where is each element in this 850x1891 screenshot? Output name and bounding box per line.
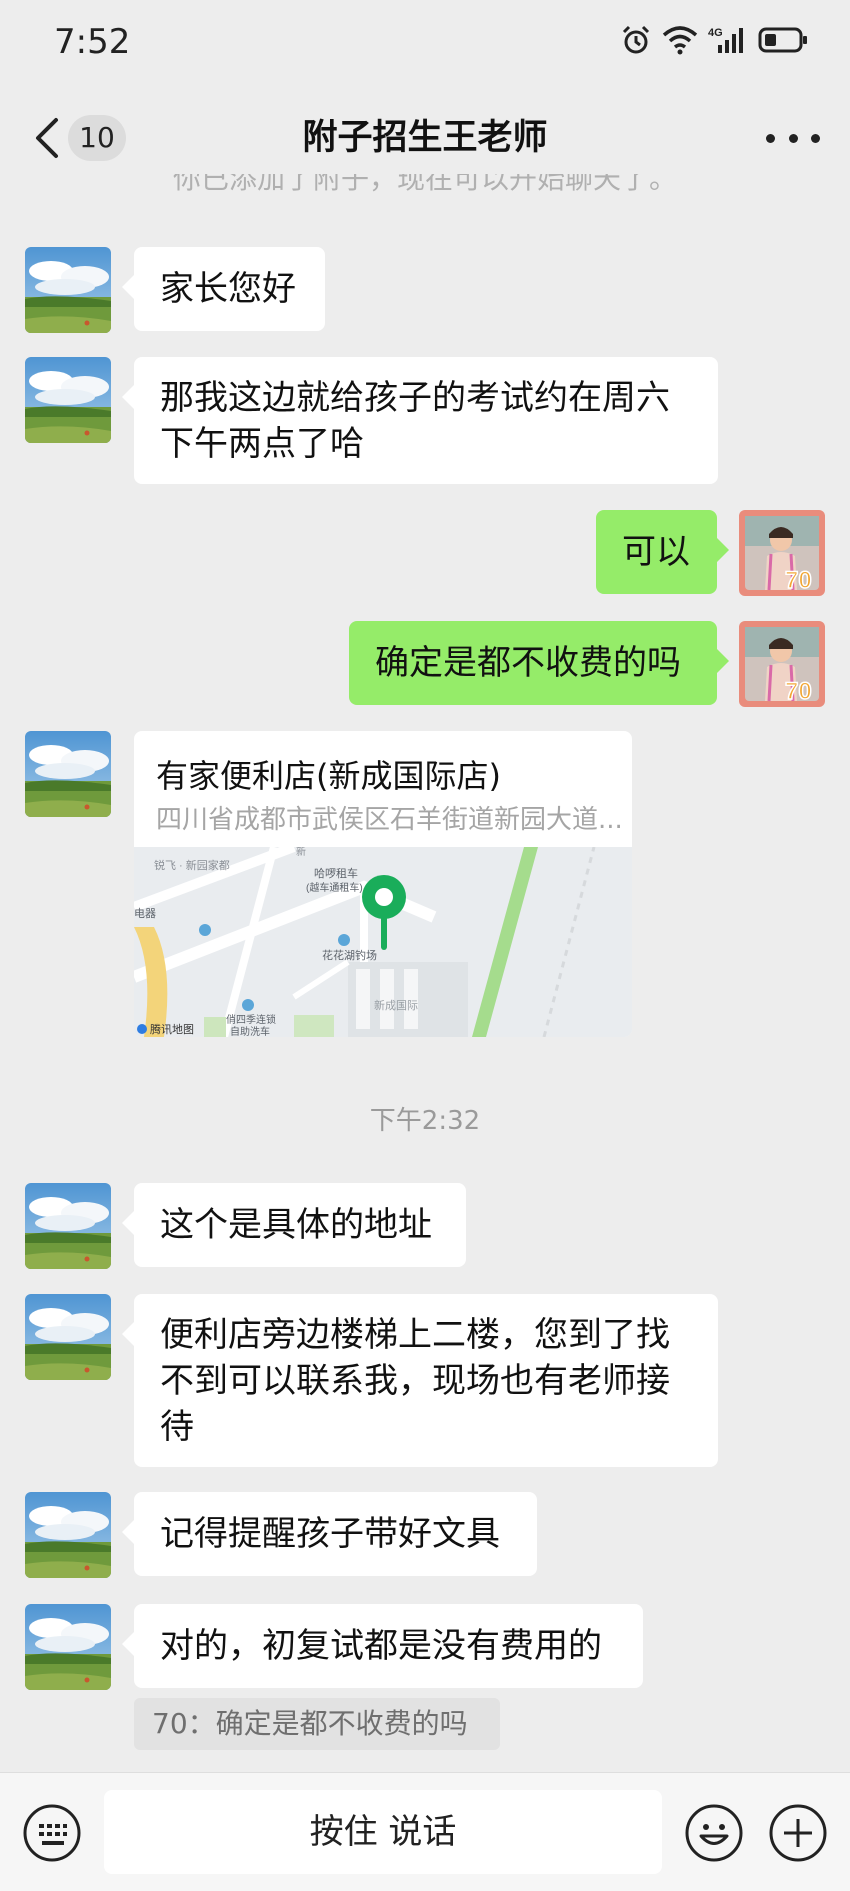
message-text: 这个是具体的地址 (160, 1205, 432, 1245)
more-options-button[interactable] (766, 118, 820, 158)
plus-icon[interactable] (768, 1803, 828, 1863)
time-separator: 下午2:32 (369, 1106, 481, 1136)
emoji-icon[interactable] (684, 1803, 744, 1863)
message-bubble-incoming[interactable]: 记得提醒孩子带好文具 (122, 1492, 537, 1576)
keyboard-icon[interactable] (22, 1803, 82, 1863)
map-provider-label: 腾讯地图 (150, 1022, 194, 1036)
teacher-avatar[interactable] (25, 1183, 111, 1269)
map-label: 锐飞 · 新园家都 (154, 858, 230, 872)
hold-to-talk-button[interactable]: 按住 说话 (104, 1790, 662, 1874)
more-dot (811, 133, 820, 143)
teacher-avatar[interactable] (25, 731, 111, 817)
input-bar: 按住 说话 (0, 1772, 850, 1891)
map-label: 新成国际 (374, 998, 418, 1012)
message-text: 对的，初复试都是没有费用的 (160, 1626, 602, 1666)
chat-header: 10 附子招生王老师 (0, 92, 850, 184)
map-label: (越车通租车) (306, 881, 363, 894)
alarm-icon (622, 25, 650, 54)
user-avatar[interactable] (739, 621, 825, 707)
message-bubble-incoming[interactable]: 这个是具体的地址 (122, 1183, 466, 1267)
system-notice-text: 你已添加了附子，现在可以开始聊天了。 (172, 174, 677, 195)
map-label: 俏四季连锁 (226, 1013, 276, 1026)
teacher-avatar[interactable] (25, 1492, 111, 1578)
teacher-avatar[interactable] (25, 357, 111, 443)
wifi-icon (662, 26, 698, 55)
message-text: 记得提醒孩子带好文具 (160, 1514, 500, 1554)
location-card[interactable]: 有家便利店(新成国际店) 四川省成都市武侯区石羊街道新园大道... 锐飞 · 新… (134, 731, 632, 1037)
map-label: 花花湖钓场 (322, 948, 377, 962)
cellular-signal-icon: 4G (708, 27, 743, 53)
message-text: 确定是都不收费的吗 (375, 643, 681, 683)
network-type-label: 4G (708, 27, 723, 39)
message-bubble-outgoing[interactable]: 可以 (596, 510, 729, 594)
battery-icon (758, 27, 807, 53)
location-name: 有家便利店(新成国际店) (156, 757, 501, 795)
message-text: 便利店旁边楼梯上二楼，您到了找 (160, 1315, 670, 1355)
message-text: 不到可以联系我，现场也有老师接 (160, 1361, 670, 1401)
more-dot (788, 133, 798, 143)
teacher-avatar[interactable] (25, 1294, 111, 1380)
message-bubble-incoming[interactable]: 那我这边就给孩子的考试约在周六 下午两点了哈 (122, 357, 718, 484)
message-bubble-incoming[interactable]: 对的，初复试都是没有费用的 (122, 1604, 643, 1688)
message-text: 下午两点了哈 (160, 424, 364, 464)
location-address: 四川省成都市武侯区石羊街道新园大道... (156, 805, 623, 835)
message-bubble-outgoing[interactable]: 确定是都不收费的吗 (349, 621, 729, 705)
message-bubble-incoming[interactable]: 便利店旁边楼梯上二楼，您到了找 不到可以联系我，现场也有老师接 待 (122, 1294, 718, 1467)
teacher-avatar[interactable] (25, 1604, 111, 1690)
map-preview[interactable]: 锐飞 · 新园家都 哈啰租车 (越车通租车) 电器 花花湖钓场 新成国际 俏四季… (134, 847, 632, 1037)
quoted-message[interactable]: 70：确定是都不收费的吗 (134, 1698, 500, 1750)
system-notice: 你已添加了附子，现在可以开始聊天了。 (0, 174, 850, 212)
map-label: 自助洗车 (230, 1025, 270, 1037)
map-label: 电器 (134, 907, 156, 920)
status-icons: 4G (620, 24, 808, 56)
chat-title: 附子招生王老师 (302, 118, 548, 158)
status-time: 7:52 (54, 22, 131, 62)
tencent-map-logo-icon (137, 1024, 147, 1034)
more-dot (766, 133, 775, 143)
teacher-avatar[interactable] (25, 247, 111, 333)
message-text: 待 (160, 1407, 194, 1447)
message-text: 那我这边就给孩子的考试约在周六 (160, 378, 670, 418)
status-bar: 7:52 4G (0, 0, 850, 92)
message-bubble-incoming[interactable]: 家长您好 (122, 247, 325, 331)
message-text: 家长您好 (160, 269, 296, 309)
user-avatar[interactable] (739, 510, 825, 596)
message-text: 可以 (622, 532, 690, 572)
map-label: 新 (296, 847, 306, 858)
map-label: 哈啰租车 (314, 866, 358, 880)
